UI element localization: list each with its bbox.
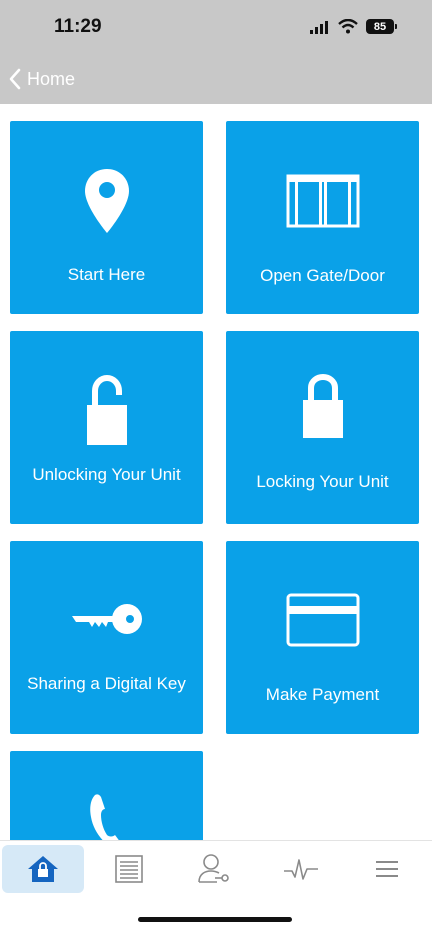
- wifi-icon: [338, 19, 358, 34]
- signal-icon: [310, 20, 328, 34]
- home-indicator: [138, 917, 292, 922]
- home-lock-icon: [28, 856, 58, 882]
- status-time: 11:29: [54, 16, 102, 37]
- key-icon: [10, 601, 203, 637]
- tile-label: Start Here: [67, 265, 146, 284]
- tile-open-gate-door[interactable]: Open Gate/Door: [226, 121, 419, 314]
- gate-icon: [226, 174, 419, 228]
- tile-label: Make Payment: [265, 685, 380, 704]
- tile-label: Open Gate/Door: [260, 266, 385, 285]
- status-bar: 11:29 85: [0, 0, 432, 56]
- tile-sharing-digital-key[interactable]: Sharing a Digital Key: [10, 541, 203, 734]
- nav-bar: Home: [0, 56, 432, 104]
- tab-home[interactable]: [2, 845, 84, 893]
- tile-grid: Start Here Open Gate/Door Unlocking Your…: [0, 104, 432, 840]
- tile-label: Unlocking Your Unit: [32, 465, 181, 484]
- tile-contact[interactable]: [10, 751, 203, 840]
- tile-start-here[interactable]: Start Here: [10, 121, 203, 314]
- tile-label: Sharing a Digital Key: [27, 674, 186, 693]
- tab-access[interactable]: [174, 845, 256, 893]
- credit-card-icon: [226, 593, 419, 647]
- tile-make-payment[interactable]: Make Payment: [226, 541, 419, 734]
- tile-unlocking-your-unit[interactable]: Unlocking Your Unit: [10, 331, 203, 524]
- tab-units[interactable]: [88, 845, 170, 893]
- status-icons: 85: [310, 19, 397, 34]
- chevron-left-icon: [9, 68, 21, 90]
- tile-label: Locking Your Unit: [256, 472, 389, 491]
- battery-icon: 85: [366, 19, 397, 34]
- locked-padlock-icon: [226, 374, 419, 440]
- back-label: Home: [27, 68, 76, 89]
- user-key-icon: [198, 854, 229, 883]
- menu-icon: [376, 861, 398, 877]
- tab-menu[interactable]: [346, 845, 428, 893]
- phone-icon: [10, 791, 203, 840]
- activity-icon: [284, 859, 318, 880]
- unlocked-padlock-icon: [10, 375, 203, 447]
- storage-door-icon: [115, 855, 143, 883]
- back-button[interactable]: Home: [9, 68, 75, 90]
- tab-activity[interactable]: [260, 845, 342, 893]
- map-pin-icon: [10, 167, 203, 235]
- tile-locking-your-unit[interactable]: Locking Your Unit: [226, 331, 419, 524]
